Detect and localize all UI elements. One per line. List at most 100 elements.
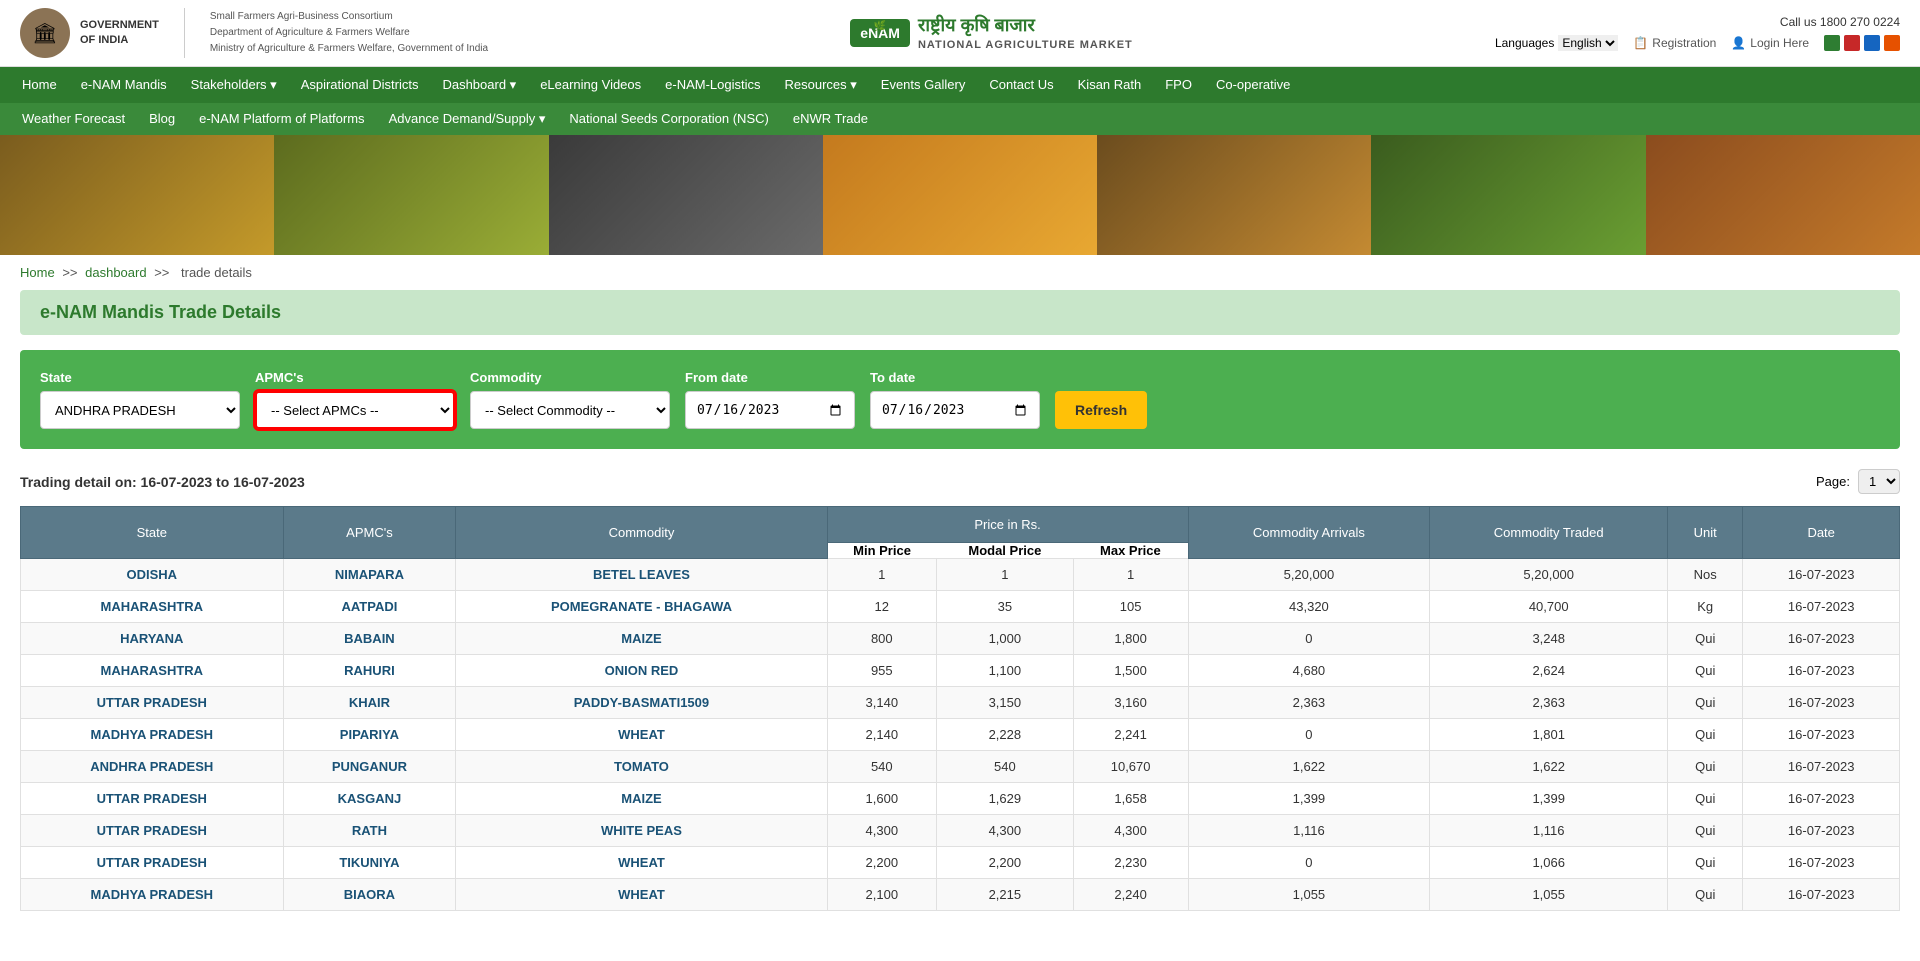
trade-table: State APMC's Commodity Price in Rs. Comm… (20, 506, 1900, 911)
refresh-button[interactable]: Refresh (1055, 391, 1147, 429)
top-header: 🏛 GOVERNMENT OF INDIA Small Farmers Agri… (0, 0, 1920, 67)
sub-nav: Weather ForecastBloge-NAM Platform of Pl… (0, 103, 1920, 135)
state-select[interactable]: ANDHRA PRADESH UTTAR PRADESH MADHYA PRAD… (40, 391, 240, 429)
col-modal-price: Modal Price (936, 543, 1073, 559)
page-title-bar: e-NAM Mandis Trade Details (20, 290, 1900, 335)
table-row: MADHYA PRADESHBIAORAWHEAT2,1002,2152,240… (21, 879, 1900, 911)
gov-name: GOVERNMENT OF INDIA (80, 18, 159, 49)
trade-header-row: Trading detail on: 16-07-2023 to 16-07-2… (20, 469, 1900, 494)
page-select[interactable]: 1 2 3 (1858, 469, 1900, 494)
page-label: Page: (1816, 474, 1850, 489)
page-title: e-NAM Mandis Trade Details (40, 302, 1880, 323)
main-nav-item-dashboard[interactable]: Dashboard ▾ (430, 67, 528, 103)
table-row: ODISHANIMAPARABETEL LEAVES1115,20,0005,2… (21, 559, 1900, 591)
dot-green[interactable] (1824, 35, 1840, 51)
main-nav-item-elearning[interactable]: eLearning Videos (528, 67, 653, 102)
sub-nav-item-blog[interactable]: Blog (137, 103, 187, 134)
col-price: Price in Rs. (827, 507, 1188, 543)
col-max-price: Max Price (1073, 543, 1188, 559)
main-nav-item-contact[interactable]: Contact Us (977, 67, 1065, 102)
main-nav-item-fpo[interactable]: FPO (1153, 67, 1204, 102)
login-icon: 👤 (1731, 36, 1746, 50)
languages-label: Languages (1495, 36, 1554, 50)
breadcrumb-home[interactable]: Home (20, 265, 55, 280)
apmc-select[interactable]: -- Select APMCs -- (255, 391, 455, 429)
filter-bar: State ANDHRA PRADESH UTTAR PRADESH MADHY… (20, 350, 1900, 449)
page-control: Page: 1 2 3 (1816, 469, 1900, 494)
header-actions: Languages English Hindi 📋 Registration 👤… (1495, 35, 1900, 51)
main-nav-item-cooperative[interactable]: Co-operative (1204, 67, 1302, 102)
main-nav-item-logistics[interactable]: e-NAM-Logistics (653, 67, 772, 102)
hero-img-2 (274, 135, 548, 255)
main-nav: Homee-NAM MandisStakeholders ▾Aspiration… (0, 67, 1920, 103)
table-row: HARYANABABAINMAIZE8001,0001,80003,248Qui… (21, 623, 1900, 655)
commodity-select[interactable]: -- Select Commodity -- (470, 391, 670, 429)
table-row: UTTAR PRADESHTIKUNIYAWHEAT2,2002,2002,23… (21, 847, 1900, 879)
from-date-label: From date (685, 370, 855, 385)
registration-button[interactable]: 📋 Registration (1633, 36, 1716, 50)
filter-row: State ANDHRA PRADESH UTTAR PRADESH MADHY… (40, 370, 1880, 429)
dot-red[interactable] (1844, 35, 1860, 51)
table-row: ANDHRA PRADESHPUNGANURTOMATO54054010,670… (21, 751, 1900, 783)
main-nav-item-home[interactable]: Home (10, 67, 69, 102)
col-arrivals: Commodity Arrivals (1188, 507, 1430, 559)
gov-logo: 🏛 GOVERNMENT OF INDIA Small Farmers Agri… (20, 8, 488, 58)
trade-detail-title: Trading detail on: 16-07-2023 to 16-07-2… (20, 474, 305, 490)
col-state: State (21, 507, 284, 559)
commodity-label: Commodity (470, 370, 670, 385)
breadcrumb: Home >> dashboard >> trade details (0, 255, 1920, 290)
col-traded: Commodity Traded (1430, 507, 1668, 559)
col-min-price: Min Price (827, 543, 936, 559)
hero-img-6 (1371, 135, 1645, 255)
sub-nav-item-weather[interactable]: Weather Forecast (10, 103, 137, 134)
dot-orange[interactable] (1884, 35, 1900, 51)
table-row: MAHARASHTRARAHURIONION RED9551,1001,5004… (21, 655, 1900, 687)
hero-img-5 (1097, 135, 1371, 255)
from-date-input[interactable] (685, 391, 855, 429)
to-date-label: To date (870, 370, 1040, 385)
header-right: Call us 1800 270 0224 Languages English … (1495, 15, 1900, 51)
main-nav-item-enam-mandis[interactable]: e-NAM Mandis (69, 67, 179, 102)
main-nav-item-stakeholders[interactable]: Stakeholders ▾ (179, 67, 289, 103)
col-unit: Unit (1668, 507, 1743, 559)
breadcrumb-current: trade details (181, 265, 252, 280)
main-nav-item-kisan[interactable]: Kisan Rath (1066, 67, 1154, 102)
sub-nav-item-pop[interactable]: e-NAM Platform of Platforms (187, 103, 376, 134)
apmc-label: APMC's (255, 370, 455, 385)
to-date-input[interactable] (870, 391, 1040, 429)
header-divider (184, 8, 185, 58)
login-button[interactable]: 👤 Login Here (1731, 36, 1809, 50)
ministry-text: Small Farmers Agri-Business Consortium D… (210, 9, 488, 57)
table-row: MADHYA PRADESHPIPARIYAWHEAT2,1402,2282,2… (21, 719, 1900, 751)
sub-nav-item-advance[interactable]: Advance Demand/Supply ▾ (377, 103, 558, 135)
trade-section: Trading detail on: 16-07-2023 to 16-07-2… (20, 469, 1900, 911)
commodity-filter-group: Commodity -- Select Commodity -- (470, 370, 670, 429)
state-filter-group: State ANDHRA PRADESH UTTAR PRADESH MADHY… (40, 370, 240, 429)
main-nav-item-aspirational[interactable]: Aspirational Districts (289, 67, 431, 102)
breadcrumb-sep2: >> (154, 265, 169, 280)
language-dropdown[interactable]: English Hindi (1558, 35, 1618, 51)
col-date: Date (1743, 507, 1900, 559)
sub-nav-item-nsc[interactable]: National Seeds Corporation (NSC) (557, 103, 780, 134)
main-nav-item-resources[interactable]: Resources ▾ (773, 67, 869, 103)
apmc-filter-group: APMC's -- Select APMCs -- (255, 370, 455, 429)
state-label: State (40, 370, 240, 385)
col-apmc: APMC's (283, 507, 456, 559)
enam-english: NATIONAL AGRICULTURE MARKET (918, 38, 1133, 52)
enam-hindi: राष्ट्रीय कृषि बाजार (918, 14, 1133, 37)
hero-img-1 (0, 135, 274, 255)
breadcrumb-dashboard[interactable]: dashboard (85, 265, 146, 280)
hero-img-3 (549, 135, 823, 255)
color-scheme-dots (1824, 35, 1900, 51)
dot-blue[interactable] (1864, 35, 1880, 51)
gov-emblem-icon: 🏛 (20, 8, 70, 58)
reg-icon: 📋 (1633, 36, 1648, 50)
to-date-filter-group: To date (870, 370, 1040, 429)
call-us: Call us 1800 270 0224 (1780, 15, 1900, 29)
main-nav-item-events[interactable]: Events Gallery (869, 67, 978, 102)
sub-nav-item-enwr[interactable]: eNWR Trade (781, 103, 880, 134)
table-row: UTTAR PRADESHRATHWHITE PEAS4,3004,3004,3… (21, 815, 1900, 847)
enam-title: राष्ट्रीय कृषि बाजार NATIONAL AGRICULTUR… (918, 14, 1133, 52)
language-selector[interactable]: Languages English Hindi (1495, 35, 1618, 51)
table-row: MAHARASHTRAAATPADIPOMEGRANATE - BHAGAWA1… (21, 591, 1900, 623)
